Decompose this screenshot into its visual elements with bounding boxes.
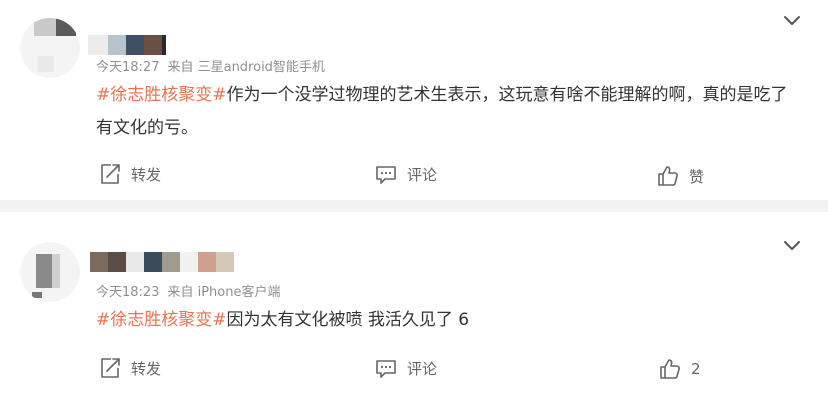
like-count: 2	[691, 360, 701, 378]
comment-source: 来自 三星android智能手机	[167, 60, 325, 75]
chevron-down-icon[interactable]	[780, 234, 804, 258]
avatar[interactable]	[20, 18, 80, 78]
thumbs-up-icon	[658, 166, 678, 186]
like-button[interactable]: 赞	[655, 163, 704, 189]
comment-label: 评论	[407, 359, 438, 378]
share-icon	[101, 164, 120, 184]
comment-time: 今天18:27	[96, 60, 160, 75]
comment-source: 来自 iPhone客户端	[167, 285, 281, 300]
username-redacted[interactable]	[90, 252, 234, 272]
repost-label: 转发	[131, 165, 162, 184]
like-button[interactable]: 2	[657, 356, 701, 382]
comment-label: 评论	[407, 165, 438, 184]
comment-icon	[376, 360, 396, 378]
comment-card: 今天18:23 来自 iPhone客户端 #徐志胜核聚变#因为太有文化被喷 我活久…	[0, 212, 828, 409]
share-icon	[101, 358, 120, 378]
comment-body: 因为太有文化被喷 我活久见了 6	[226, 310, 470, 330]
comment-button[interactable]: 评论	[373, 161, 437, 187]
comment-icon	[376, 166, 396, 184]
repost-button[interactable]: 转发	[97, 161, 161, 187]
topic-link[interactable]: #徐志胜核聚变#	[96, 85, 227, 105]
comment-meta: 今天18:23 来自 iPhone客户端	[96, 284, 280, 302]
avatar[interactable]	[20, 242, 80, 302]
comment-time: 今天18:23	[96, 285, 160, 300]
comment-meta: 今天18:27 来自 三星android智能手机	[96, 59, 325, 77]
comment-text: #徐志胜核聚变#因为太有文化被喷 我活久见了 6	[96, 304, 801, 337]
like-label: 赞	[689, 167, 705, 186]
username-redacted[interactable]	[88, 35, 168, 55]
comment-card: 今天18:27 来自 三星android智能手机 #徐志胜核聚变#作为一个没学过物…	[0, 0, 828, 200]
comment-button[interactable]: 评论	[373, 355, 437, 381]
repost-button[interactable]: 转发	[97, 355, 161, 381]
comment-text: #徐志胜核聚变#作为一个没学过物理的艺术生表示，这玩意有啥不能理解的啊，真的是吃…	[96, 79, 801, 145]
topic-link[interactable]: #徐志胜核聚变#	[96, 310, 227, 330]
thumbs-up-icon	[660, 359, 680, 379]
repost-label: 转发	[131, 359, 162, 378]
chevron-down-icon[interactable]	[780, 9, 804, 33]
